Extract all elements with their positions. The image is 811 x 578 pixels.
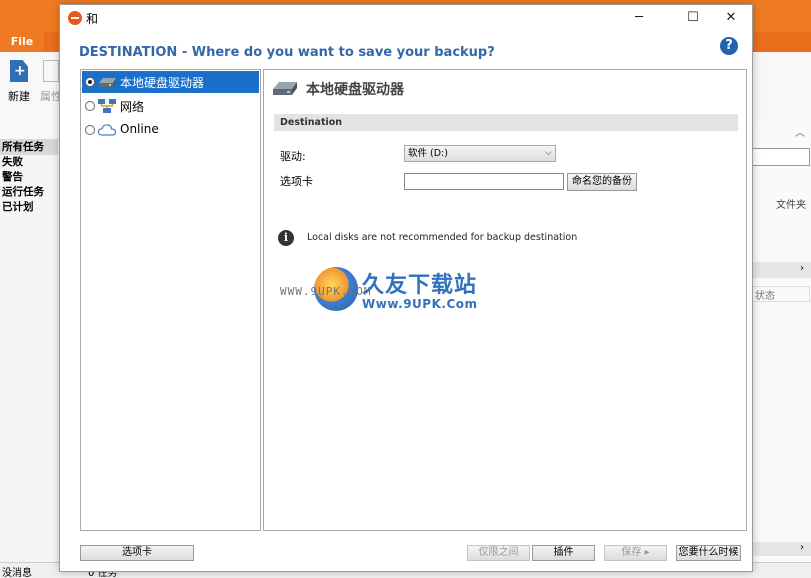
destination-type-list: 本地硬盘驱动器 网络 Online bbox=[80, 69, 261, 531]
filter-running[interactable]: 运行任务 bbox=[0, 185, 58, 200]
info-message: Local disks are not recommended for back… bbox=[307, 232, 578, 243]
help-icon[interactable]: ? bbox=[720, 37, 738, 55]
destination-network-label: 网络 bbox=[120, 100, 145, 114]
folder-column-label: 文件夹 bbox=[776, 200, 806, 211]
drive-label: 驱动: bbox=[280, 150, 306, 163]
network-icon bbox=[98, 99, 116, 113]
schedule-button[interactable]: 您要什么时候 bbox=[676, 545, 741, 561]
filter-failed[interactable]: 失败 bbox=[0, 155, 58, 170]
watermark: WWW.9UPK.COM 久友下载站 Www.9UPK.Com bbox=[280, 265, 560, 325]
background-right-pane bbox=[750, 122, 811, 562]
chevron-up-icon[interactable]: ︿ bbox=[795, 124, 805, 139]
only-between-button[interactable]: 仅限之间 bbox=[467, 545, 530, 561]
dialog-titlebar[interactable]: 和 ─ ☐ ✕ bbox=[60, 5, 752, 31]
filter-scheduled[interactable]: 已计划 bbox=[0, 200, 58, 215]
chevron-right-icon[interactable]: › bbox=[800, 542, 804, 553]
radio-selected[interactable] bbox=[85, 77, 95, 87]
destination-online[interactable]: Online bbox=[82, 119, 259, 141]
status-message: 没消息 bbox=[2, 568, 32, 578]
dialog-title: 和 bbox=[86, 12, 99, 26]
task-filter-list: 所有任务 失败 警告 运行任务 已计划 bbox=[0, 140, 58, 215]
destination-local-drive[interactable]: 本地硬盘驱动器 bbox=[82, 71, 259, 93]
minimize-button[interactable]: ─ bbox=[616, 5, 662, 31]
new-task-label: 新建 bbox=[8, 90, 30, 103]
app-icon bbox=[68, 11, 82, 25]
destination-online-label: Online bbox=[120, 122, 159, 136]
new-task-button[interactable]: 新建 bbox=[4, 60, 34, 104]
panel-heading: 本地硬盘驱动器 bbox=[306, 82, 404, 98]
info-icon: i bbox=[278, 230, 294, 246]
watermark-title: 久友下载站 bbox=[362, 273, 478, 298]
new-document-icon bbox=[10, 60, 28, 82]
tabs-button[interactable]: 选项卡 bbox=[80, 545, 194, 561]
chevron-down-icon: ⌵ bbox=[545, 148, 552, 158]
destination-dialog: 和 ─ ☐ ✕ DESTINATION - Where do you want … bbox=[59, 4, 753, 572]
chevron-right-icon[interactable]: › bbox=[800, 263, 804, 274]
destination-network[interactable]: 网络 bbox=[82, 95, 259, 117]
watermark-url: WWW.9UPK.COM bbox=[280, 285, 372, 298]
file-tab[interactable]: File bbox=[0, 32, 44, 52]
plugin-button[interactable]: 插件 bbox=[532, 545, 595, 561]
backup-name-input[interactable] bbox=[404, 173, 564, 190]
hard-drive-icon bbox=[273, 82, 297, 95]
filter-all-tasks[interactable]: 所有任务 bbox=[0, 140, 58, 155]
background-search-input[interactable] bbox=[752, 148, 810, 166]
page-title: DESTINATION - Where do you want to save … bbox=[79, 45, 495, 60]
cloud-icon bbox=[97, 124, 117, 136]
destination-local-drive-label: 本地硬盘驱动器 bbox=[120, 76, 205, 90]
drive-select-value: 软件 (D:) bbox=[408, 148, 448, 159]
filter-warnings[interactable]: 警告 bbox=[0, 170, 58, 185]
properties-icon bbox=[43, 60, 59, 82]
section-header: Destination bbox=[274, 114, 738, 131]
hard-drive-icon bbox=[99, 78, 116, 87]
watermark-subtitle: Www.9UPK.Com bbox=[362, 297, 478, 311]
close-button[interactable]: ✕ bbox=[708, 5, 754, 31]
save-button[interactable]: 保存 ▸ bbox=[604, 545, 667, 561]
tab-label: 选项卡 bbox=[280, 175, 313, 188]
radio-unselected[interactable] bbox=[85, 125, 95, 135]
name-backup-button[interactable]: 命名您的备份 bbox=[567, 173, 637, 191]
radio-unselected[interactable] bbox=[85, 101, 95, 111]
drive-select[interactable]: 软件 (D:) ⌵ bbox=[404, 145, 556, 162]
state-column-label: 状态 bbox=[752, 286, 810, 302]
